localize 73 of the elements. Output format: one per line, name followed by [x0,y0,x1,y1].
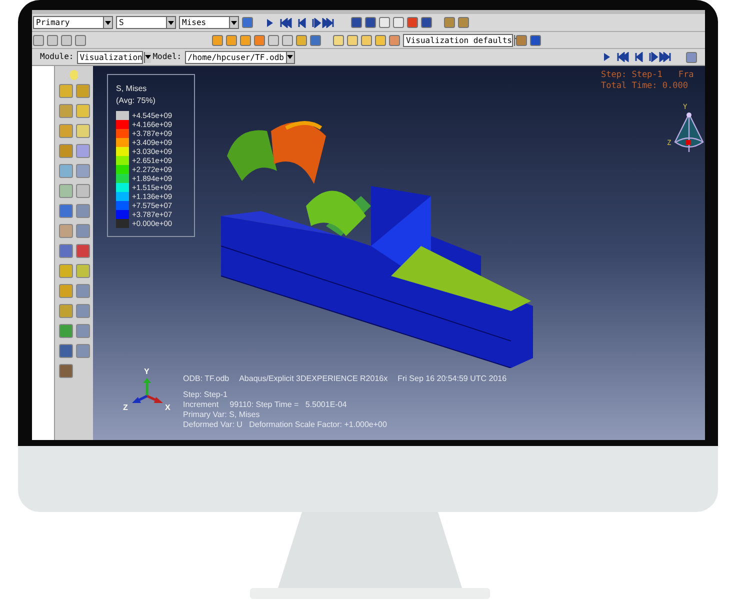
caret-icon [144,52,152,62]
caret-icon [286,52,294,62]
field-output-dropdown[interactable]: S [116,16,176,29]
tool-icon[interactable] [76,324,90,338]
tool-icon[interactable] [58,344,72,358]
odb-label: ODB: TF.odb [183,374,230,384]
display-tool-icon[interactable] [226,34,237,46]
field-output-dropdown[interactable]: Primary [33,16,113,29]
tool-icon[interactable] [58,264,72,278]
date-label: Fri Sep 16 20:54:59 UTC 2016 [398,374,507,384]
tool-icon[interactable] [58,324,72,338]
tool-icon[interactable] [76,344,90,358]
model-label: Model: [152,51,182,63]
tool-icon[interactable] [76,124,90,138]
caret-icon [103,17,112,28]
solver-label: Abaqus/Explicit 3DEXPERIENCE R2016x [239,374,388,384]
display-tool-icon[interactable] [254,34,265,46]
tool-icon[interactable] [76,104,90,118]
field-output-dropdown[interactable]: Mises [179,16,239,29]
tool-icon[interactable] [76,84,90,98]
tool-icon[interactable] [58,124,72,138]
tool-icon[interactable] [76,244,90,258]
view-tool-icon[interactable] [421,17,432,28]
tool-icon[interactable] [58,204,72,218]
legend-subtitle: (Avg: 75%) [116,95,156,107]
info-line: Step: Step-1 [183,390,228,400]
tool-icon[interactable] [76,264,90,278]
display-tool-icon[interactable] [296,34,307,46]
view-tool-icon[interactable] [393,17,404,28]
tool-icon[interactable] [58,104,72,118]
tool-icon[interactable] [76,284,90,298]
caret-icon [229,17,238,28]
tool-icon[interactable] [58,144,72,158]
view-tool-icon[interactable] [407,17,418,28]
tool-icon[interactable] [76,184,90,198]
tool-icon[interactable] [58,244,72,258]
tool-icon[interactable] [76,204,90,218]
display-tool-icon[interactable] [310,34,321,46]
tool-icon[interactable] [58,184,72,198]
display-tool-icon[interactable] [268,34,279,46]
tool-icon[interactable] [686,52,697,62]
view-tool-icon[interactable] [351,17,362,28]
tool-icon[interactable] [58,84,72,98]
tool-icon[interactable] [58,224,72,238]
display-tool-icon[interactable] [282,34,293,46]
frame-label: Fra [678,70,694,81]
axis-triad-icon [132,378,164,404]
display-tool-icon[interactable] [212,34,223,46]
tool-icon[interactable] [58,364,72,378]
view-tool-icon[interactable] [379,17,390,28]
info-line: Deformed Var: U Deformation Scale Factor: +1.000e+00 [183,420,388,430]
model-dropdown[interactable]: /home/hpcuser/TF.odb [184,50,295,64]
tool-icon[interactable] [76,164,90,178]
tool-icon[interactable] [76,304,90,318]
tool-icon[interactable] [76,224,90,238]
info-line: Primary Var: S, Mises [183,410,261,420]
view-tool-icon[interactable] [365,17,376,28]
tool-icon[interactable] [58,304,72,318]
playback-controls-icon[interactable] [265,18,335,28]
axis-label: Z [123,402,128,414]
total-time-label: Total Time: 0.000 [601,81,688,91]
caret-icon [166,17,175,28]
tool-icon[interactable] [58,284,72,298]
info-line: Increment 99110: Step Time = 5.5001E-04 [183,400,348,410]
axis-label: Y [144,366,150,378]
module-label: Module: [40,51,74,63]
legend-title: S, Mises [116,83,148,95]
step-label: Step: Step-1 [601,70,662,81]
playback-controls-icon[interactable] [602,52,672,62]
tool-icon[interactable] [58,164,72,178]
display-tool-icon[interactable] [240,34,251,46]
axis-label: X [165,402,170,414]
tool-icon[interactable] [76,144,90,158]
